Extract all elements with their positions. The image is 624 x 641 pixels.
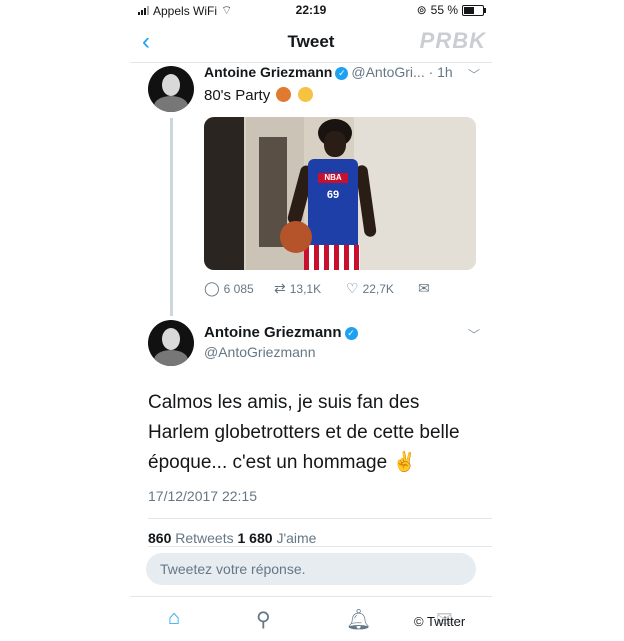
chevron-down-icon[interactable]: ﹀ (468, 66, 480, 83)
tweet-timestamp: 17/12/2017 22:15 (148, 488, 257, 504)
rofl-emoji (297, 87, 313, 102)
tweet1-text: 80's Party (204, 87, 313, 104)
chevron-down-icon[interactable]: ﹀ (468, 326, 480, 343)
watermark-logo: PRBK (419, 28, 486, 53)
header: ‹ Tweet PRBK (130, 22, 492, 63)
notifications-icon[interactable]: 🔔︎ (346, 607, 371, 632)
basketball (280, 221, 312, 253)
like-button[interactable]: ♡ 22,7K (346, 280, 394, 297)
basketball-emoji (276, 87, 292, 102)
mail-icon: ✉ (418, 280, 430, 296)
author-name[interactable]: Antoine Griezmann (204, 324, 342, 341)
author-handle: @AntoGri... (351, 64, 425, 80)
reply-input[interactable]: Tweetez votre réponse. (146, 553, 476, 585)
retweets-count[interactable]: 860 (148, 530, 171, 546)
reply-button[interactable]: ◯ 6 085 (204, 280, 254, 297)
home-icon[interactable]: ⌂ (168, 607, 180, 630)
avatar[interactable] (148, 66, 194, 112)
jersey-number: 69 (326, 189, 340, 201)
author-handle: @AntoGriezmann (204, 344, 316, 360)
tweet-photo[interactable]: NBA 69 (204, 117, 476, 270)
search-icon[interactable]: ⚲ (256, 607, 271, 632)
jersey-badge: NBA (318, 173, 348, 183)
verified-icon: ✓ (335, 66, 349, 80)
status-bar: Appels WiFi ⌔ 22:19 ⊚ 55 % (130, 0, 492, 20)
phone-screen: Appels WiFi ⌔ 22:19 ⊚ 55 % ‹ Tweet PRBK … (130, 0, 492, 640)
divider (148, 518, 492, 519)
verified-icon: ✓ (344, 326, 358, 340)
author-name[interactable]: Antoine Griezmann (204, 64, 332, 80)
share-button[interactable]: ✉ (418, 280, 430, 297)
thread-line (170, 118, 173, 316)
tweet-age: · 1h (428, 64, 453, 80)
avatar[interactable] (148, 320, 194, 366)
likes-label[interactable]: J'aime (276, 530, 316, 546)
jersey: NBA 69 (308, 159, 358, 249)
tweet-stats: 860 Retweets 1 680 J'aime (148, 530, 316, 546)
retweets-label[interactable]: Retweets (175, 530, 233, 546)
tweet1-header: Antoine Griezmann ✓ @AntoGri... · 1h (204, 64, 453, 80)
battery-icon (462, 4, 486, 16)
photo-credit: © Twitter (414, 614, 466, 629)
battery-fill (464, 6, 474, 14)
battery-percent: 55 % (430, 3, 458, 17)
orientation-lock-icon: ⊚ (416, 3, 427, 17)
tweet2-text: Calmos les amis, je suis fan des Harlem … (148, 392, 460, 473)
tweet2-author: Antoine Griezmann ✓ (204, 324, 361, 341)
heart-icon: ♡ (346, 280, 359, 296)
retweet-button[interactable]: ⇄ 13,1K (274, 280, 321, 297)
tweet1-actions: ◯ 6 085 ⇄ 13,1K ♡ 22,7K ✉ (204, 280, 476, 300)
reply-icon: ◯ (204, 280, 220, 296)
divider (148, 546, 492, 547)
retweet-icon: ⇄ (274, 280, 286, 296)
likes-count[interactable]: 1 680 (238, 530, 273, 546)
